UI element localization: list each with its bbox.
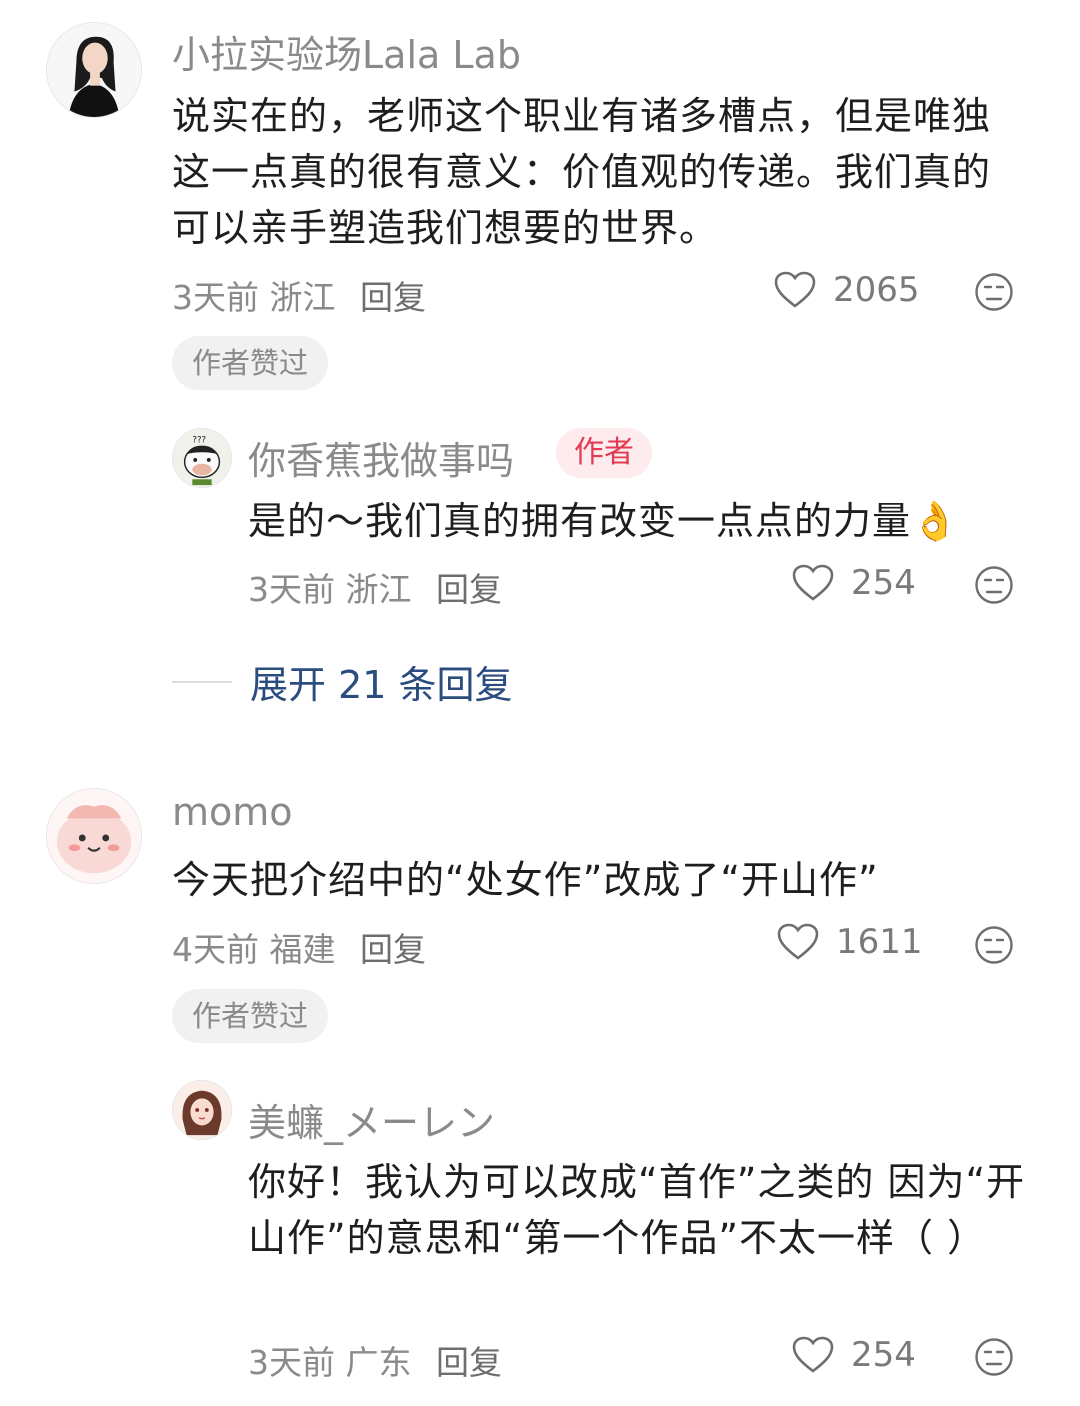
reply-author-name[interactable]: 美蠊_メーレン	[248, 1092, 495, 1147]
reply-location: 广东	[345, 1343, 412, 1382]
like-count: 2065	[833, 270, 920, 310]
reply-meta: 3天前 广东 回复	[248, 1336, 502, 1384]
author-tag-badge: 作者	[556, 428, 652, 478]
dislike-face-icon[interactable]	[974, 272, 1014, 312]
reply-meta: 3天前 浙江 回复	[248, 563, 502, 611]
reply-button[interactable]: 回复	[360, 278, 426, 317]
reply-time: 3天前	[248, 570, 335, 609]
comment-meta: 3天前 浙江 回复	[172, 271, 426, 319]
comment-time: 3天前	[172, 278, 259, 317]
heart-icon	[792, 564, 834, 601]
reply-location: 浙江	[345, 570, 412, 609]
dislike-face-icon[interactable]	[974, 925, 1014, 965]
like-button[interactable]: 254	[791, 563, 916, 603]
reply-time: 3天前	[248, 1343, 335, 1382]
reply-text: 是的～我们真的拥有改变一点点的力量👌	[248, 499, 960, 543]
author-liked-badge: 作者赞过	[172, 336, 329, 390]
avatar[interactable]	[46, 22, 142, 118]
expand-divider	[172, 680, 232, 683]
like-count: 254	[851, 1335, 916, 1375]
reply-button[interactable]: 回复	[436, 1343, 502, 1382]
reply-author-name[interactable]: 你香蕉我做事吗	[248, 430, 514, 485]
heart-icon	[792, 1336, 834, 1373]
comment-location: 福建	[269, 930, 336, 969]
heart-icon	[777, 923, 819, 960]
comment-author-name[interactable]: momo	[172, 790, 293, 834]
reply-button[interactable]: 回复	[436, 570, 502, 609]
like-button[interactable]: 1611	[776, 922, 923, 962]
heart-icon	[774, 271, 816, 308]
expand-replies-button[interactable]: 展开 21 条回复	[172, 654, 513, 709]
comment-author-name[interactable]: 小拉实验场Lala Lab	[172, 24, 521, 79]
like-count: 1611	[836, 922, 923, 962]
comment-time: 4天前	[172, 930, 259, 969]
dislike-face-icon[interactable]	[974, 565, 1014, 605]
svg-text:???: ???	[192, 436, 206, 446]
comment-location: 浙江	[269, 278, 336, 317]
reply-avatar[interactable]: ???	[172, 428, 232, 488]
reply-button[interactable]: 回复	[360, 930, 426, 969]
comment-meta: 4天前 福建 回复	[172, 923, 426, 971]
avatar[interactable]	[46, 788, 142, 884]
comment-text: 说实在的，老师这个职业有诸多槽点，但是唯独这一点真的很有意义：价值观的传递。我们…	[172, 94, 992, 250]
like-button[interactable]: 2065	[773, 270, 920, 310]
author-liked-badge: 作者赞过	[172, 989, 329, 1043]
reply-text: 你好！我认为可以改成“首作”之类的 因为“开山作”的意思和“第一个作品”不太一样…	[248, 1160, 1026, 1260]
like-count: 254	[851, 563, 916, 603]
like-button[interactable]: 254	[791, 1335, 916, 1375]
dislike-face-icon[interactable]	[974, 1337, 1014, 1377]
expand-replies-label: 展开 21 条回复	[250, 663, 513, 707]
reply-avatar[interactable]	[172, 1080, 232, 1140]
comment-text: 今天把介绍中的“处女作”改成了“开山作”	[172, 858, 879, 902]
